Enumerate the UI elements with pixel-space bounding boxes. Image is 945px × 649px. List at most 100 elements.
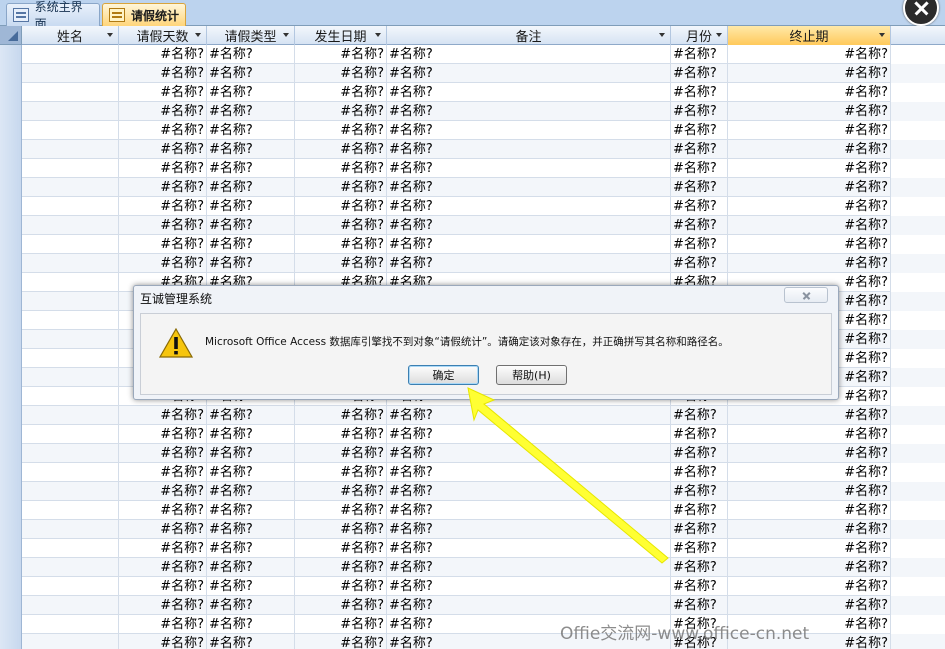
cell-name[interactable] [22,444,119,463]
table-row[interactable]: #名称?#名称?#名称?#名称?#名称?#名称? [22,83,945,102]
cell-leave-type[interactable]: #名称? [207,102,295,121]
cell-leave-days[interactable]: #名称? [119,482,207,501]
cell-remarks[interactable]: #名称? [387,102,671,121]
cell-leave-type[interactable]: #名称? [207,558,295,577]
cell-remarks[interactable]: #名称? [387,64,671,83]
cell-month[interactable]: #名称? [671,178,728,197]
dropdown-arrow-icon[interactable] [659,33,665,37]
cell-remarks[interactable]: #名称? [387,216,671,235]
cell-occurrence-date[interactable]: #名称? [295,482,387,501]
dropdown-arrow-icon[interactable] [375,33,381,37]
cell-name[interactable] [22,425,119,444]
cell-remarks[interactable]: #名称? [387,558,671,577]
cell-month[interactable]: #名称? [671,83,728,102]
dialog-close-icon[interactable] [784,287,828,303]
cell-leave-type[interactable]: #名称? [207,501,295,520]
cell-month[interactable]: #名称? [671,216,728,235]
cell-occurrence-date[interactable]: #名称? [295,254,387,273]
cell-name[interactable] [22,102,119,121]
cell-end-date[interactable]: #名称? [728,235,891,254]
cell-name[interactable] [22,634,119,649]
cell-leave-type[interactable]: #名称? [207,140,295,159]
cell-occurrence-date[interactable]: #名称? [295,444,387,463]
table-row[interactable]: #名称?#名称?#名称?#名称?#名称?#名称? [22,520,945,539]
cell-name[interactable] [22,387,119,406]
cell-end-date[interactable]: #名称? [728,64,891,83]
table-row[interactable]: #名称?#名称?#名称?#名称?#名称?#名称? [22,197,945,216]
cell-leave-type[interactable]: #名称? [207,463,295,482]
cell-end-date[interactable]: #名称? [728,577,891,596]
cell-leave-type[interactable]: #名称? [207,121,295,140]
dropdown-arrow-icon[interactable] [879,33,885,37]
cell-end-date[interactable]: #名称? [728,425,891,444]
cell-remarks[interactable]: #名称? [387,121,671,140]
cell-name[interactable] [22,235,119,254]
cell-leave-type[interactable]: #名称? [207,178,295,197]
cell-leave-type[interactable]: #名称? [207,159,295,178]
table-row[interactable]: #名称?#名称?#名称?#名称?#名称?#名称? [22,501,945,520]
cell-occurrence-date[interactable]: #名称? [295,577,387,596]
cell-remarks[interactable]: #名称? [387,159,671,178]
cell-occurrence-date[interactable]: #名称? [295,501,387,520]
cell-leave-days[interactable]: #名称? [119,140,207,159]
table-row[interactable]: #名称?#名称?#名称?#名称?#名称?#名称? [22,482,945,501]
help-button[interactable]: 帮助(H) [496,365,567,385]
cell-end-date[interactable]: #名称? [728,216,891,235]
cell-remarks[interactable]: #名称? [387,577,671,596]
cell-leave-days[interactable]: #名称? [119,501,207,520]
cell-leave-days[interactable]: #名称? [119,216,207,235]
cell-occurrence-date[interactable]: #名称? [295,140,387,159]
ok-button[interactable]: 确定 [408,365,479,385]
cell-remarks[interactable]: #名称? [387,197,671,216]
cell-leave-type[interactable]: #名称? [207,615,295,634]
cell-occurrence-date[interactable]: #名称? [295,102,387,121]
table-row[interactable]: #名称?#名称?#名称?#名称?#名称?#名称? [22,539,945,558]
cell-leave-days[interactable]: #名称? [119,577,207,596]
cell-end-date[interactable]: #名称? [728,102,891,121]
table-row[interactable]: #名称?#名称?#名称?#名称?#名称?#名称? [22,558,945,577]
cell-remarks[interactable]: #名称? [387,596,671,615]
cell-month[interactable]: #名称? [671,197,728,216]
cell-name[interactable] [22,520,119,539]
column-header-occurrence-date[interactable]: 发生日期 [295,26,387,45]
cell-occurrence-date[interactable]: #名称? [295,615,387,634]
cell-name[interactable] [22,615,119,634]
cell-end-date[interactable]: #名称? [728,520,891,539]
cell-leave-type[interactable]: #名称? [207,539,295,558]
cell-month[interactable]: #名称? [671,596,728,615]
cell-remarks[interactable]: #名称? [387,520,671,539]
cell-leave-days[interactable]: #名称? [119,615,207,634]
column-header-remarks[interactable]: 备注 [387,26,671,45]
cell-remarks[interactable]: #名称? [387,444,671,463]
cell-end-date[interactable]: #名称? [728,140,891,159]
column-header-name[interactable]: 姓名 [22,26,119,45]
cell-occurrence-date[interactable]: #名称? [295,235,387,254]
cell-month[interactable]: #名称? [671,406,728,425]
table-row[interactable]: #名称?#名称?#名称?#名称?#名称?#名称? [22,178,945,197]
cell-name[interactable] [22,311,119,330]
cell-name[interactable] [22,463,119,482]
cell-leave-days[interactable]: #名称? [119,463,207,482]
table-row[interactable]: #名称?#名称?#名称?#名称?#名称?#名称? [22,406,945,425]
table-row[interactable]: #名称?#名称?#名称?#名称?#名称?#名称? [22,444,945,463]
cell-name[interactable] [22,64,119,83]
table-row[interactable]: #名称?#名称?#名称?#名称?#名称?#名称? [22,254,945,273]
cell-name[interactable] [22,178,119,197]
cell-name[interactable] [22,121,119,140]
cell-leave-days[interactable]: #名称? [119,102,207,121]
tab-main-interface[interactable]: 系统主界面 [6,0,100,31]
cell-name[interactable] [22,216,119,235]
cell-month[interactable]: #名称? [671,482,728,501]
cell-end-date[interactable]: #名称? [728,178,891,197]
cell-month[interactable]: #名称? [671,140,728,159]
cell-end-date[interactable]: #名称? [728,501,891,520]
cell-occurrence-date[interactable]: #名称? [295,178,387,197]
cell-name[interactable] [22,45,119,64]
cell-leave-days[interactable]: #名称? [119,235,207,254]
table-row[interactable]: #名称?#名称?#名称?#名称?#名称?#名称? [22,102,945,121]
cell-occurrence-date[interactable]: #名称? [295,558,387,577]
dropdown-arrow-icon[interactable] [283,33,289,37]
cell-end-date[interactable]: #名称? [728,463,891,482]
cell-leave-type[interactable]: #名称? [207,83,295,102]
cell-name[interactable] [22,406,119,425]
